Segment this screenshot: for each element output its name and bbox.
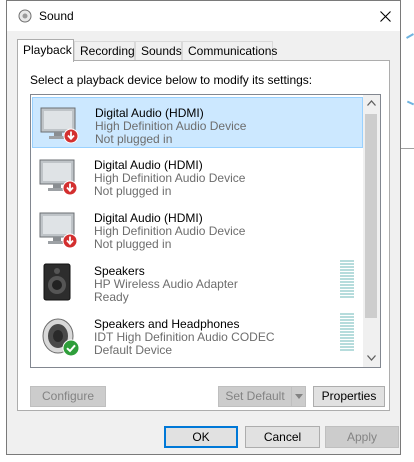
chevron-up-icon [367, 100, 376, 106]
tab-recording[interactable]: Recording [74, 41, 135, 60]
device-list[interactable]: Digital Audio (HDMI) High Definition Aud… [30, 94, 381, 368]
unplugged-badge-icon [62, 233, 78, 249]
close-icon [379, 11, 391, 22]
scroll-down-button[interactable] [363, 350, 380, 367]
chevron-down-icon [294, 394, 303, 399]
apply-button[interactable]: Apply [325, 426, 399, 448]
close-button[interactable] [370, 1, 400, 31]
device-name: Digital Audio (HDMI) [95, 106, 204, 120]
device-row-hdmi-1[interactable]: Digital Audio (HDMI) High Definition Aud… [32, 97, 363, 148]
device-status: Ready [94, 290, 129, 304]
title-bar: Sound [7, 1, 400, 31]
ok-button[interactable]: OK [164, 426, 238, 448]
background-window-edge [401, 0, 414, 462]
background-decoration [406, 33, 414, 39]
device-name: Digital Audio (HDMI) [94, 158, 203, 172]
device-driver: HP Wireless Audio Adapter [94, 277, 238, 291]
scroll-up-button[interactable] [363, 95, 380, 112]
default-check-icon [62, 339, 80, 357]
background-decoration [406, 100, 414, 106]
device-row-speakers-headphones[interactable]: Speakers and Headphones IDT High Definit… [32, 309, 363, 360]
unplugged-badge-icon [62, 180, 78, 196]
properties-button[interactable]: Properties [313, 386, 385, 407]
device-status: Not plugged in [94, 237, 172, 251]
chevron-down-icon [367, 355, 376, 361]
device-status: Not plugged in [94, 184, 172, 198]
volume-level-meter [340, 260, 354, 302]
set-default-dropdown[interactable] [292, 386, 306, 407]
instruction-text: Select a playback device below to modify… [30, 73, 313, 87]
device-driver: High Definition Audio Device [94, 224, 246, 238]
tab-sounds[interactable]: Sounds [135, 41, 182, 60]
volume-level-meter [340, 313, 354, 355]
device-status: Not plugged in [95, 132, 173, 146]
device-status: Default Device [94, 343, 173, 357]
device-driver: High Definition Audio Device [94, 171, 246, 185]
speaker-app-icon [18, 9, 32, 23]
unplugged-badge-icon [63, 128, 79, 144]
speaker-box-icon [43, 263, 71, 301]
tab-communications[interactable]: Communications [182, 41, 277, 60]
device-list-scrollbar[interactable] [363, 95, 380, 367]
device-row-hdmi-3[interactable]: Digital Audio (HDMI) High Definition Aud… [32, 203, 363, 254]
set-default-button[interactable]: Set Default [218, 386, 292, 407]
device-name: Speakers and Headphones [94, 317, 240, 331]
device-driver: IDT High Definition Audio CODEC [94, 330, 275, 344]
playback-panel: Select a playback device below to modify… [17, 60, 390, 411]
sound-dialog: Sound Playback Recording Sounds Communic… [6, 0, 401, 455]
device-name: Digital Audio (HDMI) [94, 211, 203, 225]
window-title: Sound [39, 9, 74, 23]
device-name: Speakers [94, 264, 145, 278]
scroll-thumb[interactable] [365, 114, 377, 318]
background-divider [401, 148, 414, 149]
cancel-button[interactable]: Cancel [245, 426, 320, 448]
configure-button[interactable]: Configure [30, 386, 106, 407]
device-row-hdmi-2[interactable]: Digital Audio (HDMI) High Definition Aud… [32, 150, 363, 201]
device-row-speakers[interactable]: Speakers HP Wireless Audio Adapter Ready [32, 256, 363, 307]
device-driver: High Definition Audio Device [95, 119, 247, 133]
tab-playback[interactable]: Playback [17, 39, 74, 62]
